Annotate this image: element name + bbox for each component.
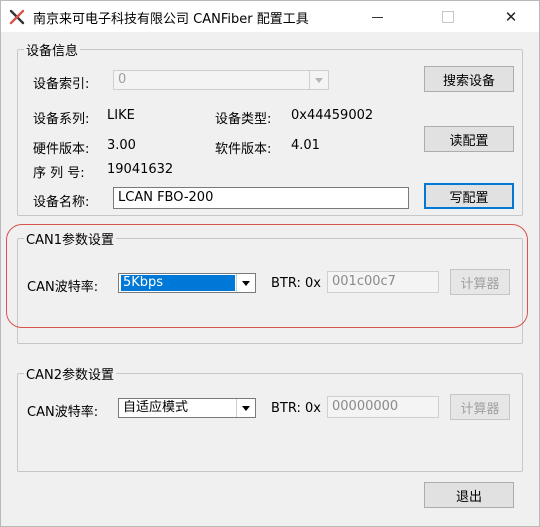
search-device-button[interactable]: 搜索设备 bbox=[424, 66, 514, 92]
can2-btr-label: BTR: 0x bbox=[271, 401, 321, 416]
can1-baud-select[interactable]: 5Kbps bbox=[118, 273, 256, 293]
device-index-value: 0 bbox=[118, 72, 127, 87]
hardware-version-label: 硬件版本: bbox=[33, 142, 90, 157]
write-config-button[interactable]: 写配置 bbox=[424, 183, 514, 209]
can2-baud-dropdown[interactable] bbox=[236, 399, 255, 417]
device-series-value: LIKE bbox=[107, 108, 135, 123]
device-type-label: 设备类型: bbox=[215, 112, 272, 127]
close-button[interactable]: ✕ bbox=[488, 1, 534, 32]
serial-number-value: 19041632 bbox=[107, 162, 174, 177]
can2-baud-select[interactable]: 自适应模式 bbox=[118, 398, 256, 418]
read-config-button[interactable]: 读配置 bbox=[424, 126, 514, 152]
chevron-down-icon bbox=[242, 405, 250, 411]
can2-calculator-button[interactable]: 计算器 bbox=[450, 394, 510, 420]
device-index-dropdown[interactable] bbox=[309, 71, 328, 89]
software-version-label: 软件版本: bbox=[215, 142, 272, 157]
chevron-down-icon bbox=[315, 77, 323, 83]
device-info-legend: 设备信息 bbox=[26, 44, 79, 59]
can1-btr-input[interactable]: 001c00c7 bbox=[327, 271, 439, 293]
app-window: 南京来可电子科技有限公司 CANFiber 配置工具 ✕ 设备信息 设备索引: … bbox=[0, 0, 540, 527]
can1-calculator-button[interactable]: 计算器 bbox=[450, 269, 510, 295]
can1-baud-dropdown[interactable] bbox=[236, 274, 255, 292]
window-title: 南京来可电子科技有限公司 CANFiber 配置工具 bbox=[33, 12, 309, 27]
device-name-input[interactable]: LCAN FBO-200 bbox=[113, 187, 409, 209]
device-series-label: 设备系列: bbox=[33, 112, 90, 127]
title-bar: 南京来可电子科技有限公司 CANFiber 配置工具 ✕ bbox=[1, 1, 539, 32]
can2-baud-label: CAN波特率: bbox=[27, 405, 99, 420]
software-version-value: 4.01 bbox=[291, 138, 320, 153]
can1-settings-legend: CAN1参数设置 bbox=[26, 233, 114, 248]
can2-baud-value: 自适应模式 bbox=[123, 400, 189, 415]
device-type-value: 0x44459002 bbox=[291, 108, 374, 123]
can1-baud-label: CAN波特率: bbox=[27, 280, 99, 295]
serial-number-label: 序 列 号: bbox=[33, 166, 85, 181]
maximize-icon bbox=[442, 10, 454, 23]
maximize-button[interactable] bbox=[425, 1, 471, 32]
exit-button[interactable]: 退出 bbox=[424, 482, 514, 508]
device-index-label: 设备索引: bbox=[33, 77, 90, 92]
minimize-button[interactable] bbox=[354, 1, 400, 32]
minimize-icon bbox=[371, 17, 383, 18]
hardware-version-value: 3.00 bbox=[107, 138, 136, 153]
can2-settings-legend: CAN2参数设置 bbox=[26, 368, 114, 383]
device-index-select[interactable]: 0 bbox=[113, 70, 329, 90]
can1-baud-value: 5Kbps bbox=[121, 275, 235, 291]
device-name-label: 设备名称: bbox=[33, 195, 90, 210]
close-icon: ✕ bbox=[504, 7, 518, 26]
chevron-down-icon bbox=[242, 280, 250, 286]
can1-btr-label: BTR: 0x bbox=[271, 276, 321, 291]
app-logo-icon bbox=[9, 9, 25, 25]
can2-btr-input[interactable]: 00000000 bbox=[327, 396, 439, 418]
